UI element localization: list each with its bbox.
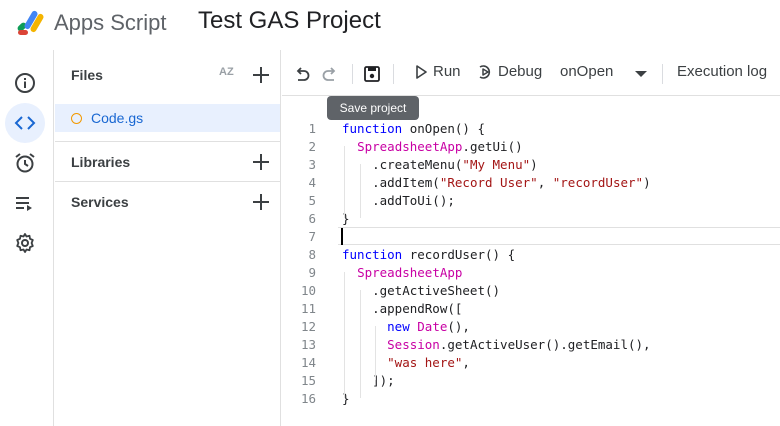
top-bar: Apps Script Test GAS Project	[0, 0, 780, 50]
code-line[interactable]: 10 .getActiveSheet()	[282, 282, 780, 300]
execution-log-label: Execution log	[677, 63, 768, 80]
code-line[interactable]: 5 .addToUi();	[282, 192, 780, 210]
save-project-tooltip: Save project	[327, 96, 419, 120]
line-number: 16	[300, 391, 316, 406]
alarm-clock-icon	[15, 153, 35, 173]
code-line[interactable]: 12 new Date(),	[282, 318, 780, 336]
line-number: 7	[308, 229, 316, 244]
services-section[interactable]: Services	[55, 181, 280, 221]
files-header: Files AZ	[55, 50, 280, 100]
rail-editor-button[interactable]	[5, 103, 45, 143]
line-number: 13	[300, 337, 316, 352]
play-icon	[416, 64, 427, 79]
code-icon	[14, 116, 36, 130]
toolbar-divider	[662, 64, 663, 84]
code-line[interactable]: 15 ]);	[282, 372, 780, 390]
editor-toolbar: Run Debug onOpen Execution log	[282, 50, 780, 96]
line-number: 2	[308, 139, 316, 154]
run-button[interactable]: Run	[415, 63, 461, 80]
line-number: 6	[308, 211, 316, 226]
code-editor[interactable]: 1 function onOpen() {2 SpreadsheetApp.get…	[282, 120, 780, 426]
add-file-icon[interactable]	[251, 65, 271, 85]
code-line[interactable]: 13 Session.getActiveUser().getEmail(),	[282, 336, 780, 354]
line-code: .createMenu("My Menu")	[342, 157, 538, 172]
execution-log-button[interactable]: Execution log	[677, 63, 767, 80]
file-item-code-gs[interactable]: Code.gs	[55, 104, 280, 132]
line-number: 3	[308, 157, 316, 172]
files-panel: Files AZ Code.gs Libraries Services	[55, 50, 281, 426]
line-number: 4	[308, 175, 316, 190]
line-code: SpreadsheetApp.getUi()	[357, 139, 523, 154]
add-service-icon[interactable]	[251, 192, 271, 212]
indent-guide	[344, 146, 345, 218]
code-line[interactable]: 14 "was here",	[282, 354, 780, 372]
line-code: Session.getActiveUser().getEmail(),	[387, 337, 651, 352]
rail-settings-button[interactable]	[5, 223, 45, 263]
line-code: function onOpen() {	[342, 121, 486, 136]
function-select[interactable]: onOpen	[560, 63, 613, 80]
executions-icon	[16, 197, 32, 211]
indent-guide	[360, 290, 361, 398]
add-library-icon[interactable]	[251, 152, 271, 172]
line-code: "was here",	[387, 355, 470, 370]
gear-icon	[16, 233, 34, 253]
code-line[interactable]: 3 .createMenu("My Menu")	[282, 156, 780, 174]
line-code: .addItem("Record User", "recordUser")	[342, 175, 651, 190]
debug-label: Debug	[498, 63, 543, 80]
file-status-dot-icon	[71, 112, 82, 124]
line-number: 14	[300, 355, 316, 370]
services-title: Services	[71, 193, 129, 210]
line-number: 8	[308, 247, 316, 262]
undo-icon[interactable]	[292, 64, 312, 84]
rail-executions-button[interactable]	[5, 183, 45, 223]
apps-script-logo[interactable]	[14, 8, 50, 38]
code-line[interactable]: 2 SpreadsheetApp.getUi()	[282, 138, 780, 156]
left-rail	[0, 50, 54, 426]
files-title: Files	[71, 67, 103, 83]
line-number: 15	[300, 373, 316, 388]
project-title[interactable]: Test GAS Project	[198, 7, 381, 35]
code-line[interactable]: 11 .appendRow([	[282, 300, 780, 318]
dropdown-arrow-icon[interactable]	[634, 70, 648, 78]
code-line[interactable]: 6}	[282, 210, 780, 228]
line-number: 9	[308, 265, 316, 280]
rail-overview-button[interactable]	[5, 63, 45, 103]
save-icon[interactable]	[362, 64, 382, 84]
line-number: 5	[308, 193, 316, 208]
function-select-value: onOpen	[560, 63, 614, 80]
libraries-title: Libraries	[71, 153, 131, 170]
indent-guide	[375, 326, 376, 380]
line-number: 11	[300, 301, 316, 316]
line-number: 10	[300, 283, 316, 298]
code-line[interactable]: 4 .addItem("Record User", "recordUser")	[282, 174, 780, 192]
run-label: Run	[433, 63, 461, 80]
line-code: ]);	[342, 373, 395, 388]
line-code: function recordUser() {	[342, 247, 516, 262]
code-line[interactable]: 16}	[282, 390, 780, 408]
redo-icon[interactable]	[320, 64, 340, 84]
line-number: 1	[308, 121, 316, 136]
toolbar-divider	[352, 64, 353, 84]
code-line[interactable]: 9 SpreadsheetApp	[282, 264, 780, 282]
debug-button[interactable]: Debug	[477, 63, 542, 80]
indent-guide	[344, 272, 345, 398]
sort-az-icon[interactable]: AZ	[219, 66, 234, 78]
code-line[interactable]: 1 function onOpen() {	[282, 120, 780, 138]
line-number: 12	[300, 319, 316, 334]
code-line[interactable]: 7	[282, 228, 780, 246]
app-name[interactable]: Apps Script	[54, 10, 167, 36]
rail-triggers-button[interactable]	[5, 143, 45, 183]
line-code: .addToUi();	[342, 193, 455, 208]
debug-icon	[479, 64, 491, 79]
file-name: Code.gs	[91, 110, 144, 126]
libraries-section[interactable]: Libraries	[55, 141, 280, 181]
toolbar-divider	[393, 64, 394, 84]
indent-guide	[360, 164, 361, 218]
text-cursor	[341, 228, 343, 245]
line-code: new Date(),	[387, 319, 470, 334]
line-code: .getActiveSheet()	[342, 283, 501, 298]
info-icon	[15, 73, 35, 93]
line-code: SpreadsheetApp	[357, 265, 463, 280]
code-line[interactable]: 8 function recordUser() {	[282, 246, 780, 264]
